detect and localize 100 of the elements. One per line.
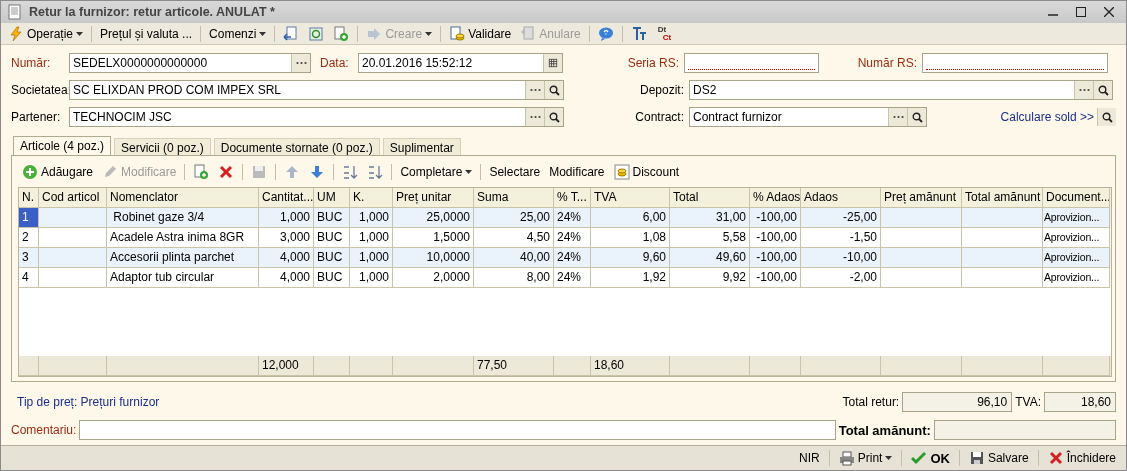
table-cell: BUC (314, 248, 350, 268)
table-cell: Adaptor tub circular (107, 268, 259, 288)
tab[interactable]: Documente stornate (0 poz.) (213, 138, 380, 155)
field-label: Număr: (11, 56, 52, 70)
table-cell: 9,60 (591, 248, 670, 268)
ellipsis-icon (529, 115, 541, 119)
table-cell: 8,00 (474, 268, 554, 288)
table-cell: 49,60 (670, 248, 750, 268)
total-cell (314, 356, 350, 376)
comment-label: Comentariu: (11, 423, 77, 437)
field-label: Număr RS: (856, 56, 918, 70)
table-cell: 1,92 (591, 268, 670, 288)
pencil-icon (102, 164, 119, 180)
field-label: Data: (320, 56, 350, 70)
close-icon (1047, 450, 1064, 466)
print-button[interactable]: Print (834, 448, 897, 468)
document-add-icon (193, 164, 210, 180)
table-cell: 1,000 (350, 248, 393, 268)
search-icon (1101, 111, 1113, 123)
move-down-icon (309, 164, 326, 180)
ellipsis-icon (295, 61, 307, 65)
search-button[interactable] (907, 108, 926, 126)
table-cell: BUC (314, 268, 350, 288)
orders-menu[interactable]: Comenzi (205, 23, 271, 44)
balance-link[interactable]: Calculare sold >> (1000, 110, 1094, 124)
tab[interactable]: Articole (4 poz.) (13, 136, 112, 155)
document-add-icon (333, 25, 350, 42)
table-cell (39, 248, 107, 268)
table-cell: -10,00 (801, 248, 881, 268)
close-button[interactable]: Închidere (1043, 448, 1120, 468)
select-button[interactable]: Selectare (485, 162, 545, 182)
total-cell: 18,60 (591, 356, 670, 376)
total-cell (1043, 356, 1110, 376)
ellipsis-icon (892, 115, 904, 119)
save-icon (968, 450, 985, 466)
table-cell: 1,000 (350, 268, 393, 288)
modify-button[interactable]: Modificare (545, 162, 609, 182)
complete-menu[interactable]: Completare (396, 162, 477, 182)
search-icon (548, 84, 560, 96)
row-number[interactable]: 1 (19, 208, 39, 228)
field-label: Partener: (11, 110, 62, 124)
price-currency-button[interactable]: Prețul și valuta ... (96, 23, 197, 44)
save-button[interactable]: Salvare (964, 448, 1033, 468)
table-cell: BUC (314, 208, 350, 228)
row-number[interactable]: 3 (19, 248, 39, 268)
ok-button[interactable]: OK (907, 448, 954, 468)
table-cell: Robinet gaze 3/4 (107, 208, 259, 228)
table-cell: Aprovizion... (1043, 208, 1110, 228)
tab[interactable]: Servicii (0 poz.) (114, 138, 211, 155)
table-cell: 6,00 (591, 208, 670, 228)
table-cell: -100,00 (750, 268, 801, 288)
search-button[interactable] (1093, 81, 1112, 99)
close-icon[interactable] (1104, 7, 1114, 17)
window-document-icon (7, 4, 23, 20)
debit-credit-button[interactable]: Dt Ct (651, 23, 678, 44)
lightning-icon (8, 25, 24, 42)
vat-label: TVA: (1015, 395, 1041, 409)
validate-button[interactable]: Validare (445, 23, 516, 44)
table-cell: Aprovizion... (1043, 248, 1110, 268)
help-icon (597, 25, 614, 42)
comment-field[interactable] (79, 420, 836, 440)
table-cell: Aprovizion... (1043, 268, 1110, 288)
total-return-field: 96,10 (902, 392, 1013, 412)
price-type-label: Tip de preț: Prețuri furnizor (17, 395, 160, 409)
table-cell: 40,00 (474, 248, 554, 268)
field-label: Seria RS: (626, 56, 680, 70)
move-up-icon (284, 164, 301, 180)
calendar-icon (547, 57, 559, 69)
add-button[interactable]: Adăugare (18, 162, 98, 182)
add-icon (22, 164, 38, 180)
document-coins-icon (449, 25, 466, 42)
total-cell: 77,50 (474, 356, 554, 376)
total-return-label: Total retur: (842, 395, 900, 409)
search-button[interactable] (1097, 108, 1116, 126)
table-cell: 25,0000 (393, 208, 474, 228)
total-cell: 12,000 (259, 356, 314, 376)
search-button[interactable] (544, 108, 563, 126)
search-button[interactable] (544, 81, 563, 99)
table-cell: -100,00 (750, 248, 801, 268)
printer-icon (838, 450, 855, 466)
table-cell: 31,00 (670, 208, 750, 228)
operation-menu[interactable]: Operație (4, 23, 88, 44)
tab[interactable]: Suplimentar (382, 138, 461, 155)
table-cell: -2,00 (801, 268, 881, 288)
sort-ascending-icon (342, 164, 359, 180)
nir-button[interactable]: NIR (795, 448, 824, 468)
maximize-icon[interactable] (1076, 7, 1086, 17)
table-cell: 24% (554, 208, 591, 228)
table-cell: 9,92 (670, 268, 750, 288)
discount-button[interactable]: Discount (609, 162, 684, 182)
table-cell: -100,00 (750, 208, 801, 228)
total-cell (750, 356, 801, 376)
ellipsis-icon (529, 88, 541, 92)
search-icon (911, 111, 923, 123)
row-number[interactable]: 4 (19, 268, 39, 288)
save-icon (251, 164, 268, 180)
calendar-button[interactable] (543, 54, 562, 72)
sort-descending-icon (367, 164, 384, 180)
table-cell: -25,00 (801, 208, 881, 228)
field-label: Depozit: (638, 83, 685, 97)
